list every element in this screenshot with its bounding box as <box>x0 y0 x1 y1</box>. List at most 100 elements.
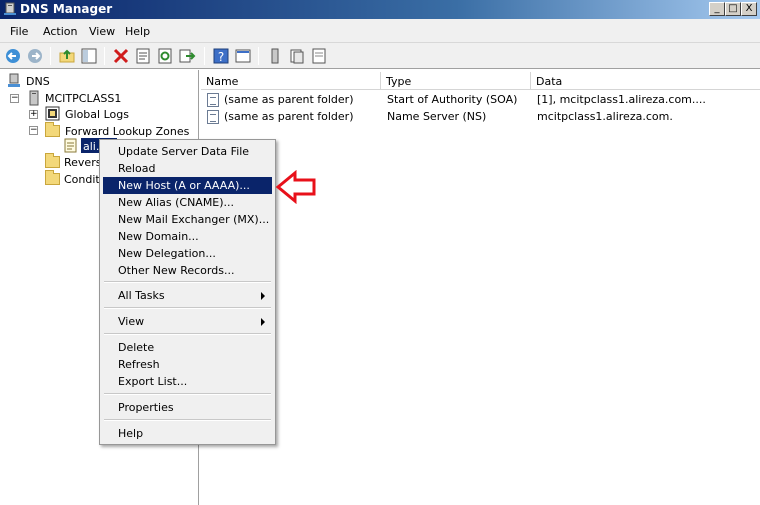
close-button[interactable]: X <box>741 2 757 16</box>
collapse-icon[interactable]: − <box>29 126 38 135</box>
menu-item-view[interactable]: View <box>103 313 272 330</box>
menu-separator <box>104 281 271 283</box>
menu-item-new-alias[interactable]: New Alias (CNAME)... <box>103 194 272 211</box>
menu-item-label: New Host (A or AAAA)... <box>118 179 250 192</box>
event-log-icon <box>45 106 60 121</box>
menu-item-label: Reload <box>118 162 156 175</box>
menu-item-label: Refresh <box>118 358 160 371</box>
menu-item-new-delegation[interactable]: New Delegation... <box>103 245 272 262</box>
collapse-icon[interactable]: − <box>10 94 19 103</box>
menu-item-reload[interactable]: Reload <box>103 160 272 177</box>
title-bar: DNS Manager _ □ X <box>0 0 760 19</box>
column-header-name[interactable]: Name <box>201 72 381 90</box>
tree-label: Global Logs <box>65 108 129 121</box>
toolbar-separator <box>104 47 105 65</box>
context-menu: Update Server Data File Reload New Host … <box>99 139 276 445</box>
menu-bar: File Action View Help <box>0 19 760 43</box>
menu-item-label: New Delegation... <box>118 247 216 260</box>
menu-item-delete[interactable]: Delete <box>103 339 272 356</box>
menu-item-label: Properties <box>118 401 174 414</box>
menu-item-label: Export List... <box>118 375 188 388</box>
cell-type: Start of Authority (SOA) <box>387 93 518 106</box>
menu-item-all-tasks[interactable]: All Tasks <box>103 287 272 304</box>
menu-item-properties[interactable]: Properties <box>103 399 272 416</box>
menu-item-label: Update Server Data File <box>118 145 250 158</box>
menu-item-label: View <box>118 315 145 328</box>
submenu-arrow-icon <box>261 292 265 300</box>
toolbar-separator <box>204 47 205 65</box>
export-icon[interactable] <box>178 47 196 65</box>
svg-text:?: ? <box>218 50 224 64</box>
menu-separator <box>104 307 271 309</box>
back-icon[interactable] <box>4 47 22 65</box>
tree-label: Forward Lookup Zones <box>65 125 190 138</box>
expand-icon[interactable]: + <box>29 110 38 119</box>
toolbar-separator <box>50 47 51 65</box>
delete-icon[interactable] <box>112 47 130 65</box>
menu-action[interactable]: Action <box>43 25 77 38</box>
cell-data: mcitpclass1.alireza.com. <box>537 110 673 123</box>
zone-icon[interactable] <box>310 47 328 65</box>
column-label: Name <box>206 75 239 88</box>
folder-icon <box>45 170 60 185</box>
console-icon[interactable] <box>234 47 252 65</box>
menu-item-label: Other New Records... <box>118 264 235 277</box>
menu-item-new-host[interactable]: New Host (A or AAAA)... <box>103 177 272 194</box>
column-header-data[interactable]: Data <box>531 72 760 90</box>
properties-icon[interactable] <box>134 47 152 65</box>
menu-view[interactable]: View <box>89 25 115 38</box>
submenu-arrow-icon <box>261 318 265 326</box>
dns-icon <box>8 73 20 87</box>
menu-help[interactable]: Help <box>125 25 150 38</box>
server-icon[interactable] <box>266 47 284 65</box>
menu-separator <box>104 419 271 421</box>
menu-item-new-mail-exchanger[interactable]: New Mail Exchanger (MX)... <box>103 211 272 228</box>
table-row[interactable]: (same as parent folder) Name Server (NS)… <box>201 109 760 125</box>
menu-item-new-domain[interactable]: New Domain... <box>103 228 272 245</box>
menu-item-label: New Domain... <box>118 230 199 243</box>
cell-data: [1], mcitpclass1.alireza.com.... <box>537 93 706 106</box>
record-icon <box>207 93 219 107</box>
column-label: Data <box>536 75 563 88</box>
menu-separator <box>104 393 271 395</box>
tree-label: Conditi <box>64 173 103 186</box>
cell-name: (same as parent folder) <box>224 110 354 123</box>
maximize-button[interactable]: □ <box>725 2 741 16</box>
toolbar-separator <box>258 47 259 65</box>
cell-name: (same as parent folder) <box>224 93 354 106</box>
menu-item-label: Delete <box>118 341 155 354</box>
menu-item-label: New Alias (CNAME)... <box>118 196 235 209</box>
server-icon <box>29 90 39 106</box>
records-icon[interactable] <box>288 47 306 65</box>
folder-icon <box>45 153 60 168</box>
menu-item-refresh[interactable]: Refresh <box>103 356 272 373</box>
up-folder-icon[interactable] <box>58 47 76 65</box>
column-header-type[interactable]: Type <box>381 72 531 90</box>
tree-label: ali. <box>83 140 100 153</box>
menu-item-export-list[interactable]: Export List... <box>103 373 272 390</box>
menu-item-label: All Tasks <box>118 289 165 302</box>
tree-label: MCITPCLASS1 <box>45 92 122 105</box>
column-label: Type <box>386 75 412 88</box>
window-title: DNS Manager <box>20 2 113 16</box>
refresh-icon[interactable] <box>156 47 174 65</box>
show-hide-tree-icon[interactable] <box>80 47 98 65</box>
toolbar: ? <box>0 43 760 69</box>
table-row[interactable]: (same as parent folder) Start of Authori… <box>201 92 760 108</box>
menu-item-update-server-data-file[interactable]: Update Server Data File <box>103 143 272 160</box>
annotation-arrow-icon <box>275 170 316 204</box>
tree-label: Revers <box>64 156 102 169</box>
forward-icon[interactable] <box>26 47 44 65</box>
cell-type: Name Server (NS) <box>387 110 487 123</box>
menu-item-label: New Mail Exchanger (MX)... <box>118 213 270 226</box>
help-icon[interactable]: ? <box>212 47 230 65</box>
dns-manager-icon <box>4 2 16 15</box>
menu-item-label: Help <box>118 427 144 440</box>
zone-file-icon <box>64 138 77 153</box>
tree-label: DNS <box>26 75 50 88</box>
minimize-button[interactable]: _ <box>709 2 725 16</box>
menu-file[interactable]: File <box>10 25 28 38</box>
menu-item-other-new-records[interactable]: Other New Records... <box>103 262 272 279</box>
menu-item-help[interactable]: Help <box>103 425 272 442</box>
records-list: Name Type Data (same as parent folder) S… <box>201 70 760 505</box>
